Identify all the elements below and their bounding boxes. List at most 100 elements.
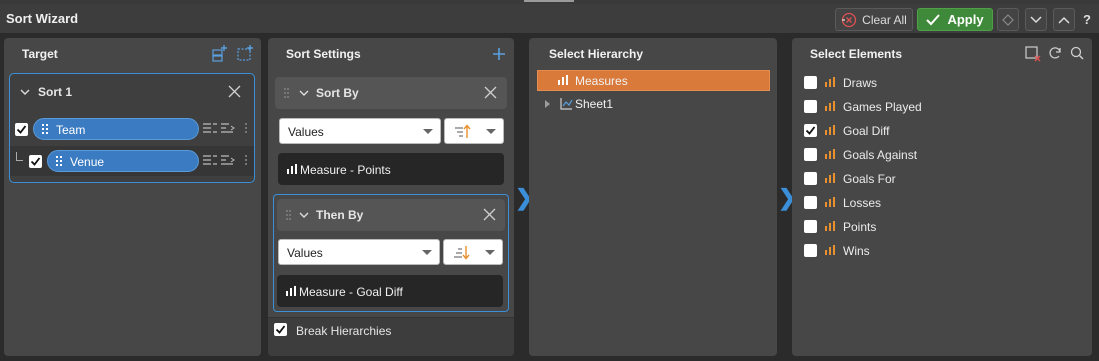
- element-label: Goal Diff: [843, 124, 890, 138]
- element-checkbox[interactable]: [804, 76, 817, 89]
- sort-ascending-icon: [455, 124, 471, 138]
- sort-by-header[interactable]: Sort By: [275, 77, 507, 109]
- element-label: Goals Against: [843, 148, 918, 162]
- apply-button[interactable]: Apply: [917, 8, 993, 31]
- measure-icon: [825, 125, 835, 135]
- then-by-type-select[interactable]: Values: [278, 239, 440, 265]
- help-button[interactable]: ?: [1083, 12, 1091, 27]
- sort-by-direction-select[interactable]: [444, 118, 504, 144]
- close-icon[interactable]: [484, 86, 497, 99]
- measure-icon: [825, 197, 835, 207]
- check-icon: [805, 126, 816, 135]
- then-by-label: Then By: [316, 208, 364, 222]
- select-hierarchy-panel: Select Hierarchy Measures Sheet1: [529, 38, 777, 356]
- target-field-row[interactable]: Team: [10, 114, 254, 144]
- element-checkbox[interactable]: [804, 100, 817, 113]
- auto-apply-button[interactable]: [997, 8, 1019, 31]
- sort-card[interactable]: Sort 1 Team Venue: [9, 73, 255, 183]
- check-icon: [16, 125, 27, 134]
- chevron-down-icon[interactable]: [299, 210, 309, 220]
- select-elements-title: Select Elements: [810, 47, 903, 61]
- add-target-icon[interactable]: [210, 44, 228, 62]
- wizard-title: Sort Wizard: [6, 11, 79, 26]
- dropdown-arrow-icon: [485, 250, 495, 255]
- search-icon[interactable]: [1070, 46, 1084, 60]
- field-checkbox[interactable]: [29, 155, 42, 168]
- element-checkbox[interactable]: [804, 172, 817, 185]
- check-icon: [30, 157, 41, 166]
- sort-by-measure[interactable]: Measure - Points: [278, 153, 504, 185]
- element-item[interactable]: Games Played: [804, 97, 1074, 117]
- then-by-direction-select[interactable]: [443, 239, 503, 265]
- element-checkbox[interactable]: [804, 124, 817, 137]
- measure-icon: [825, 149, 835, 159]
- row-grip-icon[interactable]: [244, 154, 248, 166]
- drag-grip-icon[interactable]: [284, 87, 289, 99]
- element-item[interactable]: Points: [804, 217, 1074, 237]
- field-options-icon[interactable]: [202, 154, 236, 166]
- sort-by-type-select[interactable]: Values: [279, 118, 441, 144]
- checkmark-icon: [926, 13, 941, 25]
- target-field-row[interactable]: Venue: [10, 146, 254, 176]
- element-item[interactable]: Losses: [804, 193, 1074, 213]
- clear-all-button[interactable]: Clear All: [835, 8, 913, 31]
- measure-icon: [286, 286, 296, 296]
- sort-card-header[interactable]: Sort 1: [10, 74, 254, 110]
- close-icon[interactable]: [483, 208, 496, 221]
- sort-settings-panel: Sort Settings Sort By Values Measure - P…: [268, 38, 514, 356]
- measure-icon: [825, 173, 835, 183]
- plus-icon[interactable]: [492, 47, 506, 61]
- element-checkbox[interactable]: [804, 220, 817, 233]
- measure-icon: [825, 101, 835, 111]
- drag-grip-icon: [42, 124, 48, 134]
- check-icon: [275, 325, 286, 334]
- add-sort-icon[interactable]: [236, 44, 254, 62]
- row-grip-icon[interactable]: [244, 122, 248, 134]
- measure-icon: [825, 221, 835, 231]
- chevron-down-icon[interactable]: [20, 87, 30, 97]
- sort-settings-title: Sort Settings: [286, 47, 361, 61]
- expand-down-button[interactable]: [1025, 8, 1047, 31]
- element-item[interactable]: Goals For: [804, 169, 1074, 189]
- clear-selection-icon[interactable]: [1025, 46, 1041, 62]
- element-item[interactable]: Wins: [804, 241, 1074, 261]
- sort-card-label: Sort 1: [38, 85, 73, 99]
- hierarchy-item-measures[interactable]: Measures: [537, 70, 770, 91]
- window-drag-indicator[interactable]: [524, 0, 574, 2]
- refresh-icon[interactable]: [1048, 46, 1062, 60]
- field-label: Venue: [70, 155, 105, 169]
- field-pill-team[interactable]: Team: [33, 118, 199, 140]
- field-checkbox[interactable]: [15, 123, 28, 136]
- apply-label: Apply: [947, 12, 984, 27]
- dropdown-arrow-icon: [486, 129, 496, 134]
- measure-icon: [825, 245, 835, 255]
- break-hierarchies-label: Break Hierarchies: [296, 324, 392, 338]
- collapse-up-button[interactable]: [1053, 8, 1075, 31]
- dropdown-arrow-icon: [423, 129, 433, 134]
- element-label: Points: [843, 220, 877, 234]
- element-checkbox[interactable]: [804, 148, 817, 161]
- select-elements-panel: Select Elements Draws Games Played Goal …: [792, 38, 1092, 356]
- element-checkbox[interactable]: [804, 244, 817, 257]
- element-item[interactable]: Goal Diff: [804, 121, 1074, 141]
- element-item[interactable]: Goals Against: [804, 145, 1074, 165]
- measure-icon: [287, 164, 297, 174]
- then-by-header[interactable]: Then By: [277, 199, 505, 231]
- clear-icon: [842, 12, 857, 27]
- close-icon[interactable]: [228, 85, 241, 98]
- drag-grip-icon[interactable]: [286, 209, 291, 221]
- chevron-down-icon[interactable]: [299, 88, 309, 98]
- element-item[interactable]: Draws: [804, 73, 1074, 93]
- element-checkbox[interactable]: [804, 196, 817, 209]
- target-title: Target: [22, 47, 58, 61]
- break-hierarchies-checkbox[interactable]: [274, 323, 287, 336]
- element-label: Games Played: [843, 100, 922, 114]
- expand-arrow-icon[interactable]: [545, 100, 550, 108]
- chevron-down-icon: [1030, 15, 1042, 23]
- field-pill-venue[interactable]: Venue: [47, 150, 199, 172]
- clear-all-label: Clear All: [862, 12, 907, 27]
- field-options-icon[interactable]: [202, 122, 236, 134]
- hierarchy-item-sheet1[interactable]: Sheet1: [537, 94, 770, 115]
- sort-by-label: Sort By: [316, 86, 359, 100]
- then-by-measure[interactable]: Measure - Goal Diff: [277, 275, 503, 307]
